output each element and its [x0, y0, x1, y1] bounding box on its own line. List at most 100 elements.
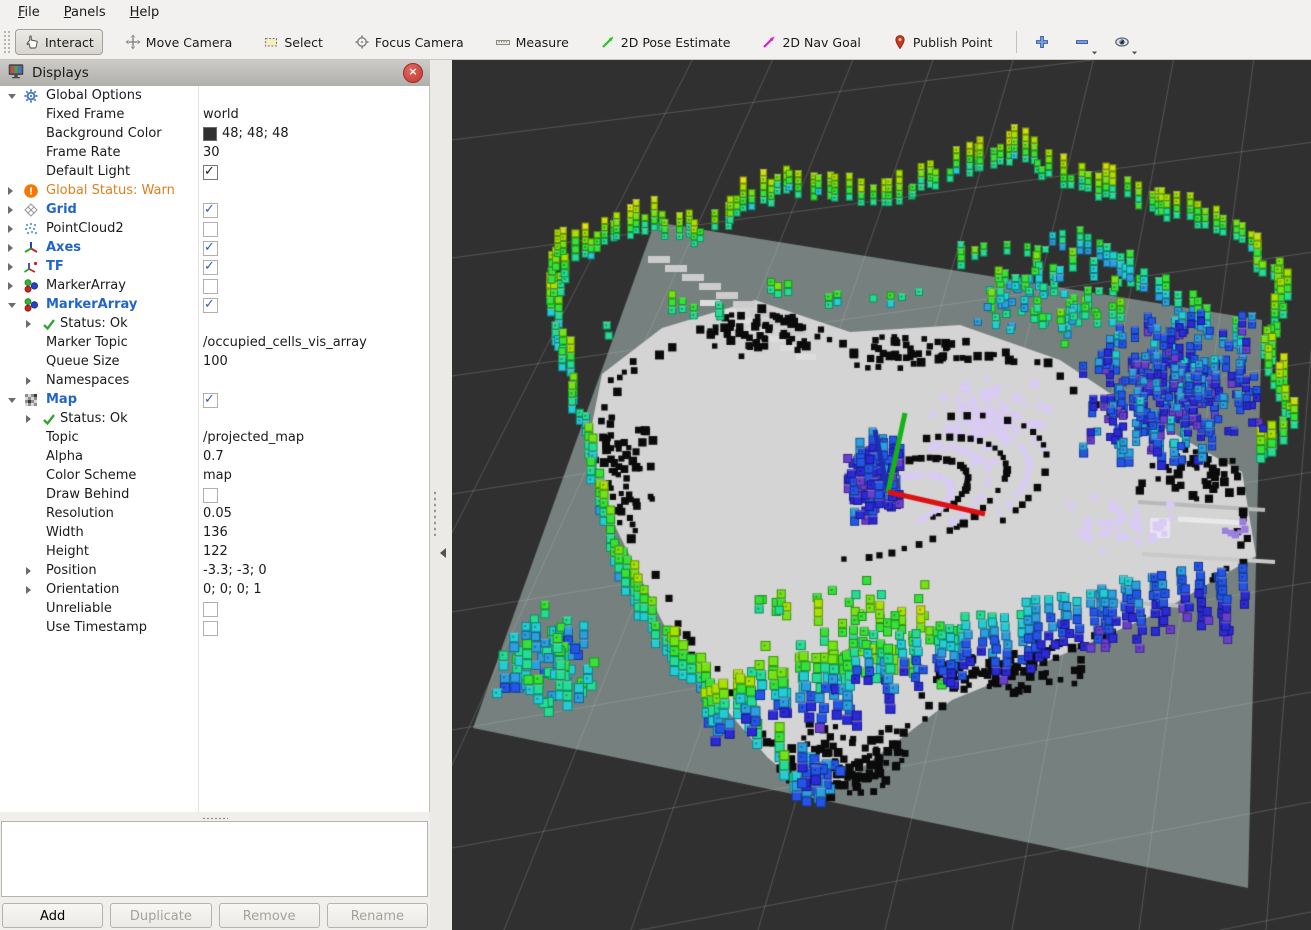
- checkbox-unreliable[interactable]: [203, 602, 218, 617]
- tree-value-unreliable[interactable]: [203, 599, 218, 618]
- tree-row-frame-rate[interactable]: Frame Rate30: [0, 143, 429, 162]
- tree-row-markerarray[interactable]: MarkerArray: [0, 276, 429, 295]
- tree-row-alpha[interactable]: Alpha0.7: [0, 447, 429, 466]
- tree-value-grid[interactable]: [203, 200, 218, 219]
- splitter-drag-handle[interactable]: [433, 490, 437, 536]
- tree-value-marker-topic[interactable]: /occupied_cells_vis_array: [203, 333, 367, 352]
- tree-row-queue-size[interactable]: Queue Size100: [0, 352, 429, 371]
- tree-row-topic[interactable]: Topic/projected_map: [0, 428, 429, 447]
- expander-open-icon[interactable]: [8, 303, 16, 308]
- expander-closed-icon[interactable]: [26, 567, 31, 575]
- expander-closed-icon[interactable]: [8, 187, 13, 195]
- tree-row-status-ok[interactable]: Status: Ok: [0, 409, 429, 428]
- tree-value-default-light[interactable]: [203, 162, 218, 181]
- checkbox-default-light[interactable]: [203, 165, 218, 180]
- tree-row-draw-behind[interactable]: Draw Behind: [0, 485, 429, 504]
- 3d-viewport[interactable]: [452, 60, 1311, 930]
- tree-row-use-timestamp[interactable]: Use Timestamp: [0, 618, 429, 637]
- tree-row-unreliable[interactable]: Unreliable: [0, 599, 429, 618]
- expander-closed-icon[interactable]: [26, 415, 31, 423]
- checkbox-pointcloud2[interactable]: [203, 222, 218, 237]
- menu-file[interactable]: File: [6, 2, 52, 23]
- tree-row-default-light[interactable]: Default Light: [0, 162, 429, 181]
- tree-row-global-options[interactable]: Global Options: [0, 86, 429, 105]
- tree-row-status-ok[interactable]: Status: Ok: [0, 314, 429, 333]
- expander-closed-icon[interactable]: [8, 244, 13, 252]
- tree-value-color-scheme[interactable]: map: [203, 466, 232, 485]
- tree-row-markerarray[interactable]: MarkerArray: [0, 295, 429, 314]
- menu-panels[interactable]: Panels: [52, 2, 118, 23]
- tree-value-use-timestamp[interactable]: [203, 618, 218, 637]
- tree-row-resolution[interactable]: Resolution0.05: [0, 504, 429, 523]
- tree-value-pointcloud2[interactable]: [203, 219, 218, 238]
- checkbox-markerarray[interactable]: [203, 298, 218, 313]
- tree-value-position[interactable]: -3.3; -3; 0: [203, 561, 267, 580]
- checkbox-draw-behind[interactable]: [203, 488, 218, 503]
- toolbar-drag-handle[interactable]: [3, 30, 10, 54]
- tree-row-grid[interactable]: Grid: [0, 200, 429, 219]
- tree-value-background-color[interactable]: 48; 48; 48: [203, 124, 289, 143]
- tree-value-orientation[interactable]: 0; 0; 0; 1: [203, 580, 262, 599]
- checkbox-grid[interactable]: [203, 203, 218, 218]
- tree-row-height[interactable]: Height122: [0, 542, 429, 561]
- tool-select[interactable]: Select: [254, 29, 332, 55]
- tree-row-orientation[interactable]: Orientation0; 0; 0; 1: [0, 580, 429, 599]
- expander-closed-icon[interactable]: [26, 377, 31, 385]
- tree-value-markerarray[interactable]: [203, 276, 218, 295]
- expander-closed-icon[interactable]: [26, 586, 31, 594]
- tree-row-tf[interactable]: TF: [0, 257, 429, 276]
- tree-value-fixed-frame[interactable]: world: [203, 105, 239, 124]
- tree-value-alpha[interactable]: 0.7: [203, 447, 224, 466]
- expander-closed-icon[interactable]: [26, 320, 31, 328]
- expander-closed-icon[interactable]: [8, 263, 13, 271]
- tree-value-map[interactable]: [203, 390, 218, 409]
- checkbox-tf[interactable]: [203, 260, 218, 275]
- tool-visibility-button[interactable]: [1105, 29, 1139, 55]
- tree-value-resolution[interactable]: 0.05: [203, 504, 232, 523]
- tree-row-width[interactable]: Width136: [0, 523, 429, 542]
- tree-value-topic[interactable]: /projected_map: [203, 428, 304, 447]
- tree-value-markerarray[interactable]: [203, 295, 218, 314]
- remove-tool-button[interactable]: [1065, 29, 1099, 55]
- add-button[interactable]: Add: [2, 903, 103, 928]
- expander-closed-icon[interactable]: [8, 282, 13, 290]
- tree-value-frame-rate[interactable]: 30: [203, 143, 220, 162]
- caret-down-icon[interactable]: [1130, 49, 1139, 57]
- tool-measure[interactable]: Measure: [486, 29, 578, 55]
- tree-row-pointcloud2[interactable]: PointCloud2: [0, 219, 429, 238]
- tree-value-width[interactable]: 136: [203, 523, 228, 542]
- tool-2d-pose-estimate[interactable]: 2D Pose Estimate: [591, 29, 740, 55]
- tree-row-marker-topic[interactable]: Marker Topic/occupied_cells_vis_array: [0, 333, 429, 352]
- add-tool-button[interactable]: [1025, 29, 1059, 55]
- tool-move-camera[interactable]: Move Camera: [116, 29, 242, 55]
- menu-help[interactable]: Help: [118, 2, 172, 23]
- tree-row-fixed-frame[interactable]: Fixed Frameworld: [0, 105, 429, 124]
- tree-row-axes[interactable]: Axes: [0, 238, 429, 257]
- tree-row-map[interactable]: Map: [0, 390, 429, 409]
- panel-viewport-splitter[interactable]: [430, 60, 452, 930]
- tree-row-background-color[interactable]: Background Color48; 48; 48: [0, 124, 429, 143]
- caret-down-icon[interactable]: [1090, 49, 1099, 57]
- tool-publish-point[interactable]: Publish Point: [883, 29, 1002, 55]
- expander-closed-icon[interactable]: [8, 206, 13, 214]
- expander-open-icon[interactable]: [8, 398, 16, 403]
- tree-value-tf[interactable]: [203, 257, 218, 276]
- checkbox-markerarray[interactable]: [203, 279, 218, 294]
- checkbox-axes[interactable]: [203, 241, 218, 256]
- tool-interact[interactable]: Interact: [15, 29, 103, 55]
- checkbox-use-timestamp[interactable]: [203, 621, 218, 636]
- tree-row-color-scheme[interactable]: Color Schememap: [0, 466, 429, 485]
- tree-value-axes[interactable]: [203, 238, 218, 257]
- close-icon[interactable]: ×: [403, 63, 423, 83]
- expander-closed-icon[interactable]: [8, 225, 13, 233]
- tree-row-global-status-warn[interactable]: !Global Status: Warn: [0, 181, 429, 200]
- tool-focus-camera[interactable]: Focus Camera: [345, 29, 473, 55]
- tree-value-queue-size[interactable]: 100: [203, 352, 228, 371]
- checkbox-map[interactable]: [203, 393, 218, 408]
- expander-open-icon[interactable]: [8, 94, 16, 99]
- tree-value-height[interactable]: 122: [203, 542, 228, 561]
- tool-2d-nav-goal[interactable]: 2D Nav Goal: [752, 29, 869, 55]
- tree-row-namespaces[interactable]: Namespaces: [0, 371, 429, 390]
- tree-value-draw-behind[interactable]: [203, 485, 218, 504]
- collapse-left-icon[interactable]: [440, 548, 446, 558]
